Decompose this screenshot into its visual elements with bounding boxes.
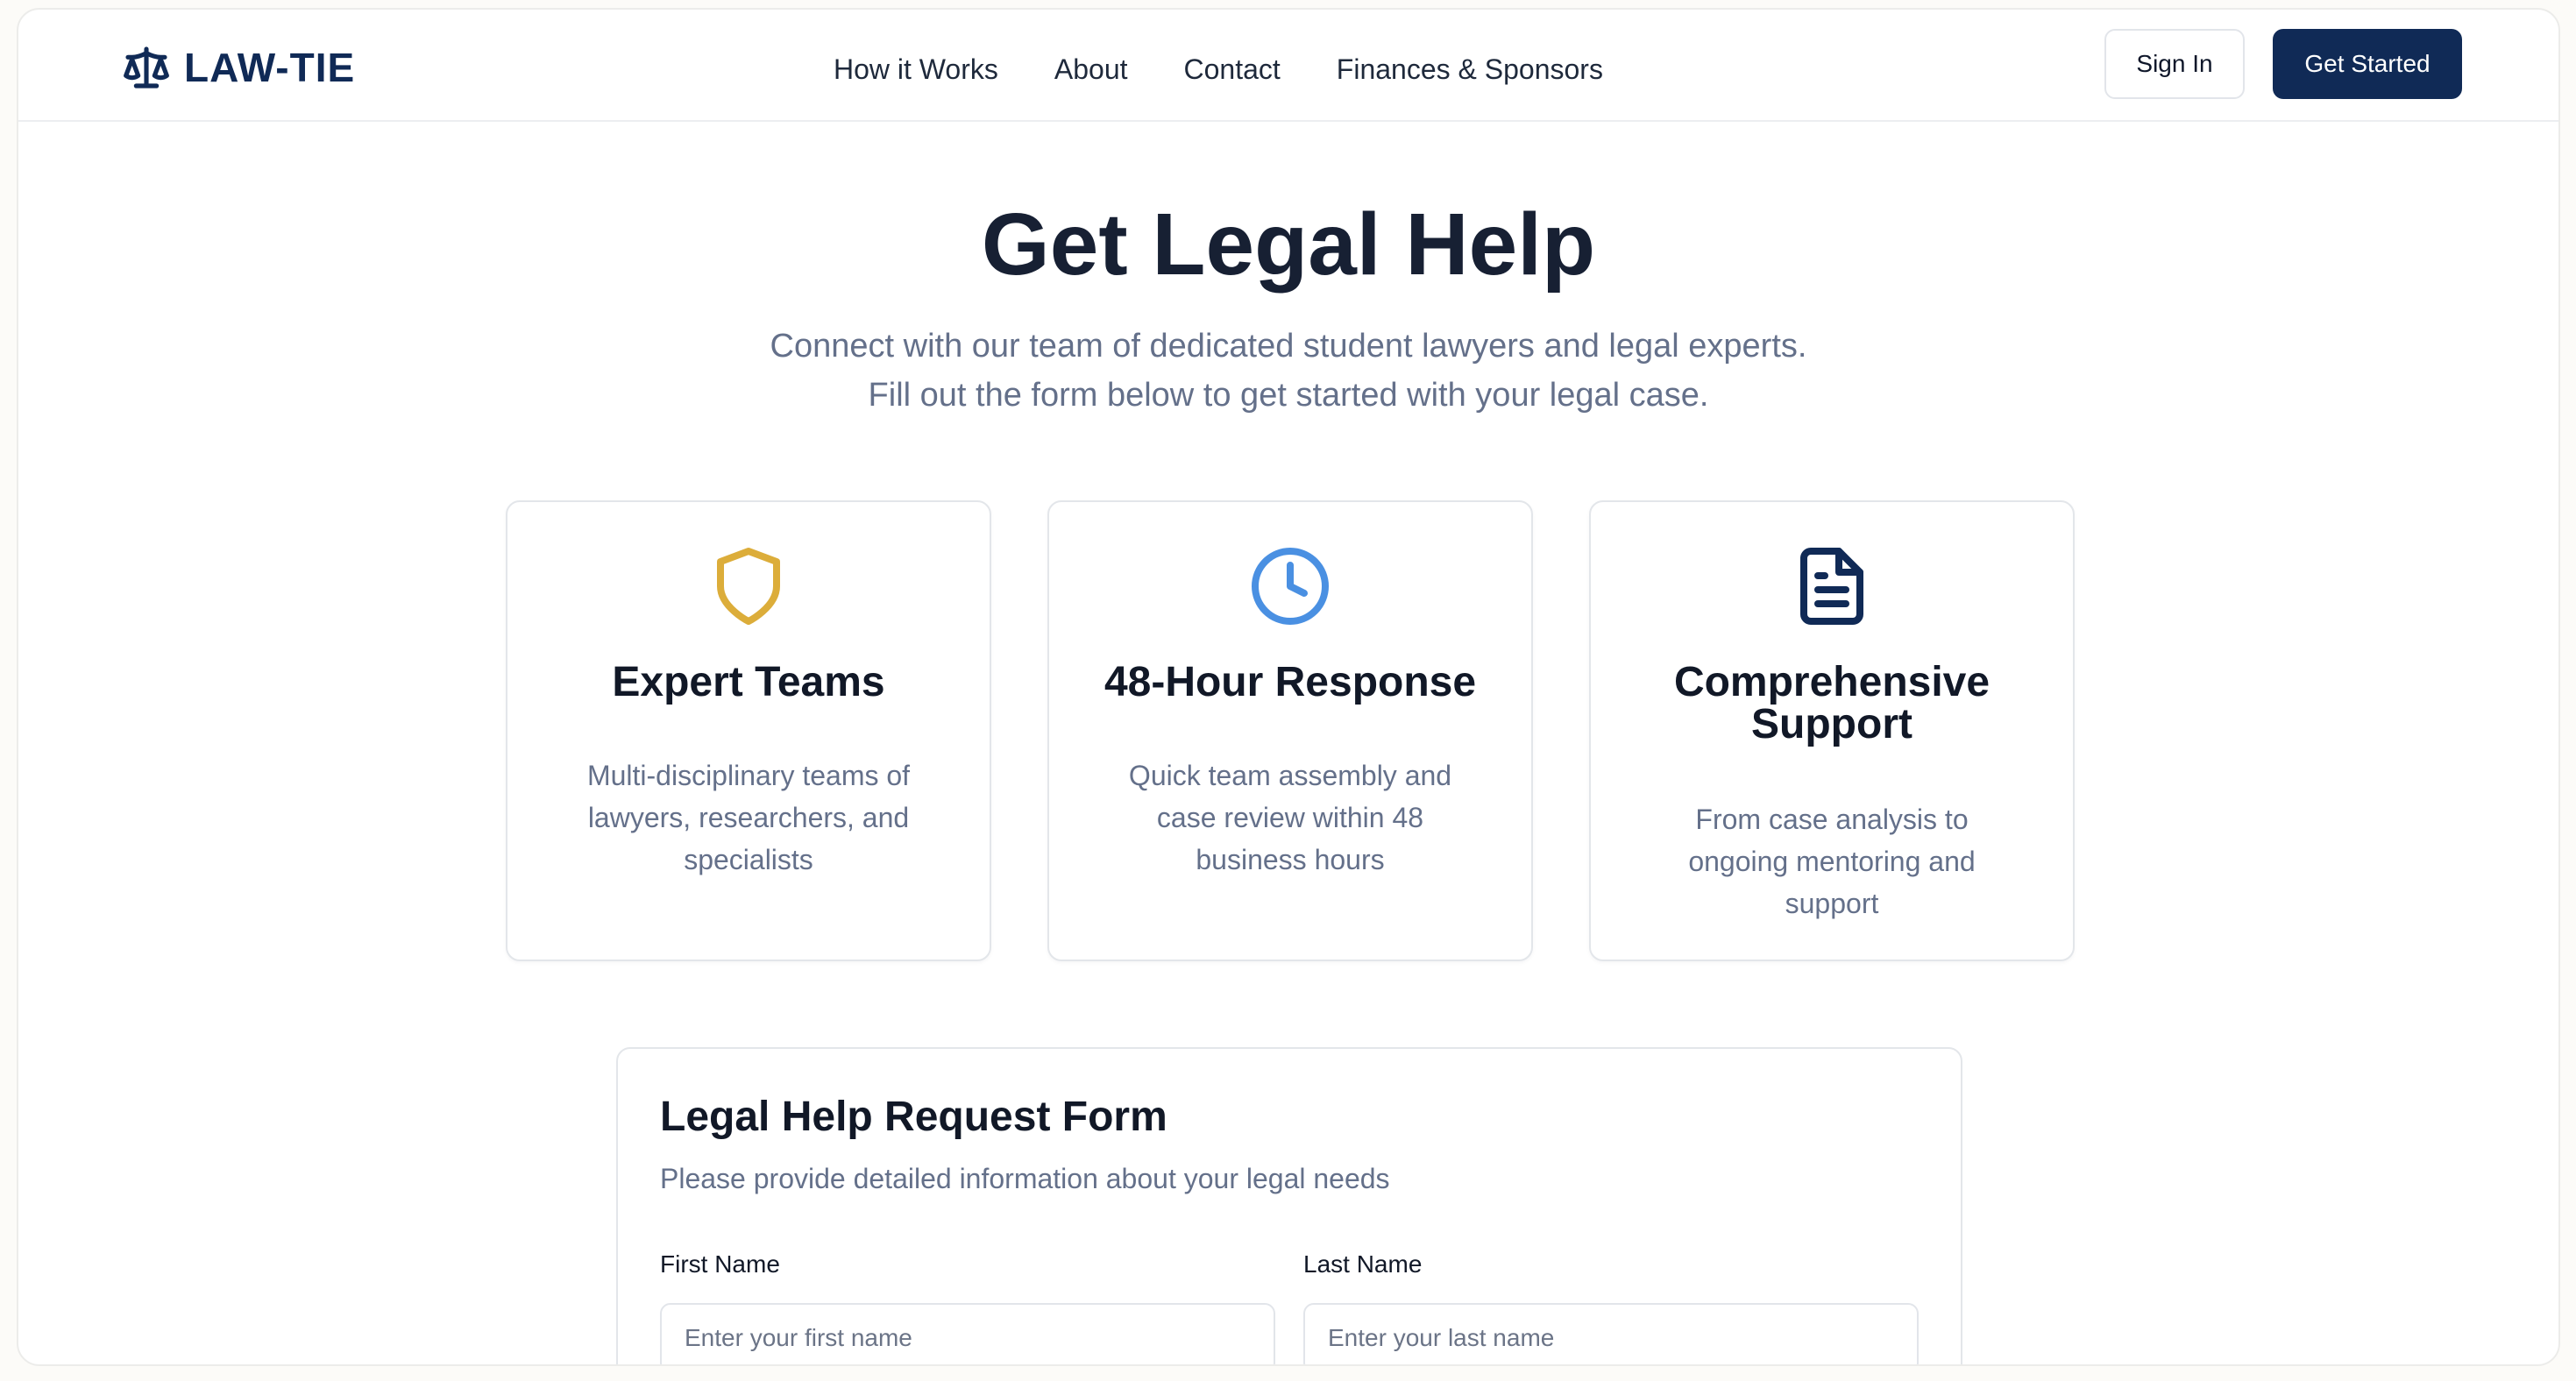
feature-description: Multi-disciplinary teams of lawyers, res… xyxy=(586,760,911,875)
feature-description: From case analysis to ongoing mentoring … xyxy=(1688,804,1976,919)
nav-finances-sponsors[interactable]: Finances & Sponsors xyxy=(1337,48,1603,90)
first-name-input[interactable] xyxy=(660,1303,1275,1364)
legal-help-request-form: Legal Help Request Form Please provide d… xyxy=(616,1047,1962,1364)
feature-card-expert-teams: Expert Teams Multi-disciplinary teams of… xyxy=(506,500,991,961)
nav-about[interactable]: About xyxy=(1054,48,1128,90)
main-nav: How it Works About Contact Finances & Sp… xyxy=(834,48,1603,90)
feature-card-48-hour-response: 48-Hour Response Quick team assembly and… xyxy=(1047,500,1533,961)
form-title: Legal Help Request Form xyxy=(660,1094,1167,1140)
feature-title: Expert Teams xyxy=(612,659,885,705)
last-name-label: Last Name xyxy=(1303,1250,1423,1278)
feature-description: Quick team assembly and case review with… xyxy=(1128,760,1452,875)
hero-subtitle-line-2: Fill out the form below to get started w… xyxy=(868,377,1709,414)
page-frame: LAW-TIE How it Works About Contact Finan… xyxy=(17,8,2560,1366)
hero-subtitle: Connect with our team of dedicated stude… xyxy=(18,322,2558,420)
shield-icon xyxy=(717,548,780,625)
hero-subtitle-line-1: Connect with our team of dedicated stude… xyxy=(770,328,1807,365)
feature-card-comprehensive-support: Comprehensive Support From case analysis… xyxy=(1589,500,2075,961)
last-name-input[interactable] xyxy=(1303,1303,1919,1364)
first-name-label: First Name xyxy=(660,1250,780,1278)
sign-in-button[interactable]: Sign In xyxy=(2104,29,2245,99)
logo-text: LAW-TIE xyxy=(184,45,356,90)
feature-title: 48-Hour Response xyxy=(1103,659,1477,705)
document-icon xyxy=(1800,548,1863,625)
logo[interactable]: LAW-TIE xyxy=(121,43,355,92)
page-title: Get Legal Help xyxy=(981,195,1596,294)
feature-title: Comprehensive Support xyxy=(1673,659,1991,747)
get-started-button[interactable]: Get Started xyxy=(2273,29,2462,99)
scales-icon xyxy=(124,46,169,89)
form-subtitle: Please provide detailed information abou… xyxy=(660,1163,1390,1194)
nav-contact[interactable]: Contact xyxy=(1184,48,1281,90)
clock-icon xyxy=(1252,548,1329,625)
nav-how-it-works[interactable]: How it Works xyxy=(834,48,998,90)
site-header: LAW-TIE How it Works About Contact Finan… xyxy=(18,10,2558,122)
